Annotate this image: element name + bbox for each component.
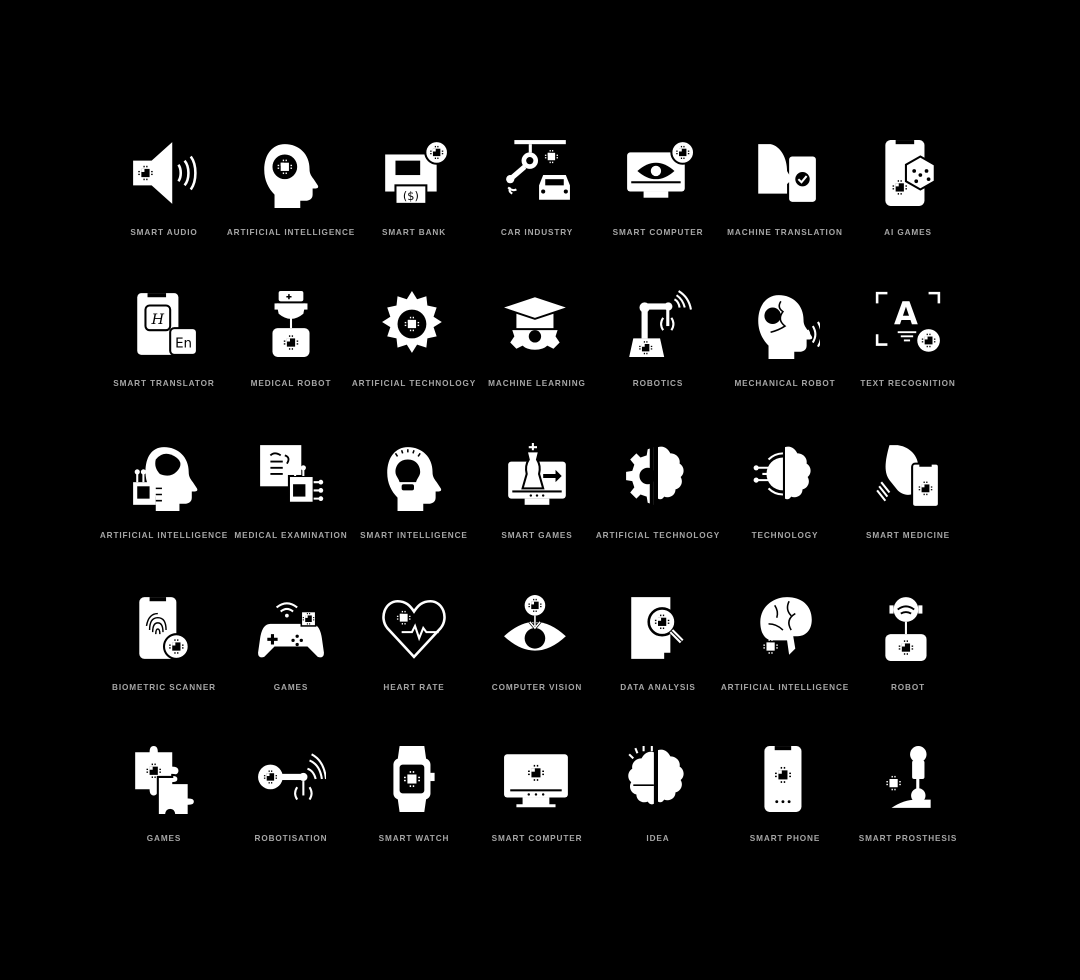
icon-tile: ROBOTISATION [229, 744, 353, 874]
head-gear-voice-icon [750, 289, 820, 359]
icon-tile: COMPUTER VISION [475, 593, 599, 723]
gear-chip-icon [379, 289, 449, 359]
icon-tile: MEDICAL ROBOT [229, 289, 353, 419]
text-scan-icon: A [873, 289, 943, 359]
heart-pulse-icon [379, 593, 449, 663]
svg-text:A: A [894, 296, 918, 332]
brain-chip-icon [750, 593, 820, 663]
icon-tile: ARTIFICIAL INTELLIGENCE [227, 138, 354, 268]
icon-label: AI GAMES [884, 228, 932, 237]
heart-phone-icon [873, 441, 943, 511]
smart-audio-icon [129, 138, 199, 208]
ai-head-chip-icon [256, 138, 326, 208]
icon-tile: H En SMART TRANSLATOR [102, 289, 226, 419]
svg-text:($): ($) [403, 189, 419, 203]
atm-chip-icon: ($) [379, 138, 449, 208]
monitor-chess-icon [502, 441, 572, 511]
icon-label: ROBOT [890, 683, 926, 692]
smartwatch-icon [379, 744, 449, 814]
puzzle-chip-icon [129, 744, 199, 814]
icon-tile: BIOMETRIC SCANNER [102, 593, 226, 723]
robot-wifi-icon [873, 593, 943, 663]
robot-arm-signal-icon [256, 744, 326, 814]
monitor-chip-icon [502, 744, 572, 814]
smartphone-chip-icon [750, 744, 820, 814]
document-magnifier-icon [623, 593, 693, 663]
gear-brain-icon [623, 441, 693, 511]
robotic-arm-icon [623, 289, 693, 359]
eye-chip-icon [502, 593, 572, 663]
icon-tile: SMART INTELLIGENCE [352, 441, 476, 571]
phone-dice-icon [873, 138, 943, 208]
icon-tile: MEDICAL EXAMINATION [229, 441, 353, 571]
head-bulb-icon [379, 441, 449, 511]
icon-tile: ROBOT [846, 593, 970, 723]
icon-tile: SMART GAMES [475, 441, 599, 571]
icon-tile: GAMES [229, 593, 353, 723]
face-phone-check-icon [750, 138, 820, 208]
icon-tile: AI GAMES [846, 138, 970, 268]
icon-tile: SMART COMPUTER [596, 138, 720, 268]
icon-tile: MACHINE TRANSLATION [723, 138, 847, 268]
gamepad-wifi-icon [256, 593, 326, 663]
icon-tile: GAMES [102, 744, 226, 874]
brain-idea-icon [623, 744, 693, 814]
robot-arm-car-icon [502, 138, 572, 208]
icon-tile: CAR INDUSTRY [475, 138, 599, 268]
head-brain-circuit-icon [129, 441, 199, 511]
phone-fingerprint-icon [129, 593, 199, 663]
icon-tile: ARTIFICIAL TECHNOLOGY [596, 441, 720, 571]
icon-tile: ARTIFICIAL TECHNOLOGY [352, 289, 476, 419]
icon-tile: SMART WATCH [352, 744, 476, 874]
monitor-eye-icon [623, 138, 693, 208]
icon-tile: TECHNOLOGY [723, 441, 847, 571]
icon-tile: MECHANICAL ROBOT [723, 289, 847, 419]
icon-tile: ARTIFICIAL INTELLIGENCE [100, 441, 227, 571]
icon-tile: SMART PHONE [723, 744, 847, 874]
icon-label: SMART PROSTHESIS [858, 834, 958, 843]
xray-circuit-icon [256, 441, 326, 511]
graduation-gear-icon [502, 289, 572, 359]
icon-tile: DATA ANALYSIS [596, 593, 720, 723]
phone-translate-icon: H En [129, 289, 199, 359]
icon-tile: SMART AUDIO [102, 138, 226, 268]
icon-tile: IDEA [596, 744, 720, 874]
svg-text:En: En [175, 337, 192, 352]
icon-label: SMART MEDICINE [865, 531, 950, 540]
icon-tile: ($) SMART BANK [352, 138, 476, 268]
nurse-robot-icon [256, 289, 326, 359]
icon-tile: SMART PROSTHESIS [846, 744, 970, 874]
prosthesis-leg-icon [873, 744, 943, 814]
icon-tile: ARTIFICIAL INTELLIGENCE [721, 593, 848, 723]
svg-text:H: H [151, 312, 165, 328]
icon-tile: SMART MEDICINE [846, 441, 970, 571]
icon-label: TEXT RECOGNITION [860, 379, 956, 388]
brain-circuit-icon [750, 441, 820, 511]
icon-tile: MACHINE LEARNING [475, 289, 599, 419]
icon-tile: SMART COMPUTER [475, 744, 599, 874]
icon-tile: HEART RATE [352, 593, 476, 723]
icon-tile: A TEXT RECOGNITION [846, 289, 970, 419]
icon-tile: ROBOTICS [596, 289, 720, 419]
